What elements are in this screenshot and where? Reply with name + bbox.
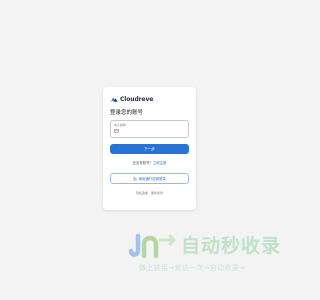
privacy-link[interactable]: 隐私政策 xyxy=(136,191,148,195)
passkey-icon xyxy=(133,176,137,181)
watermark-tagline: 做上链接→来访一次→自动收录→ xyxy=(139,264,246,272)
brand: Cloudreve xyxy=(110,94,189,105)
terms-link[interactable]: 服务条款 xyxy=(151,191,163,195)
cloudreve-logo-icon xyxy=(110,97,118,102)
passkey-login-button[interactable]: 使用通行密钥登录 xyxy=(110,173,189,184)
no-account-text: 还没有账号？ xyxy=(132,161,153,165)
passkey-button-label: 使用通行密钥登录 xyxy=(138,177,166,181)
page-title: 登录您的账号 xyxy=(110,110,144,116)
signup-link[interactable]: 立即注册 xyxy=(153,161,167,165)
login-card: Cloudreve 登录您的账号 电子邮箱 下一步 还没有账号？立即注册 使用通… xyxy=(103,87,196,210)
watermark-title: 自动秒收录 xyxy=(181,235,282,257)
next-button[interactable]: 下一步 xyxy=(110,144,189,154)
email-field[interactable]: 电子邮箱 xyxy=(110,120,189,138)
brand-name: Cloudreve xyxy=(120,96,154,103)
mail-icon xyxy=(114,129,119,133)
email-field-label: 电子邮箱 xyxy=(114,123,127,127)
signup-row: 还没有账号？立即注册 xyxy=(110,161,189,166)
watermark: 自动秒收录 做上链接→来访一次→自动收录→ xyxy=(129,232,281,278)
watermark-logo-icon xyxy=(129,233,176,259)
footer-links: 隐私政策 服务条款 xyxy=(110,191,189,195)
